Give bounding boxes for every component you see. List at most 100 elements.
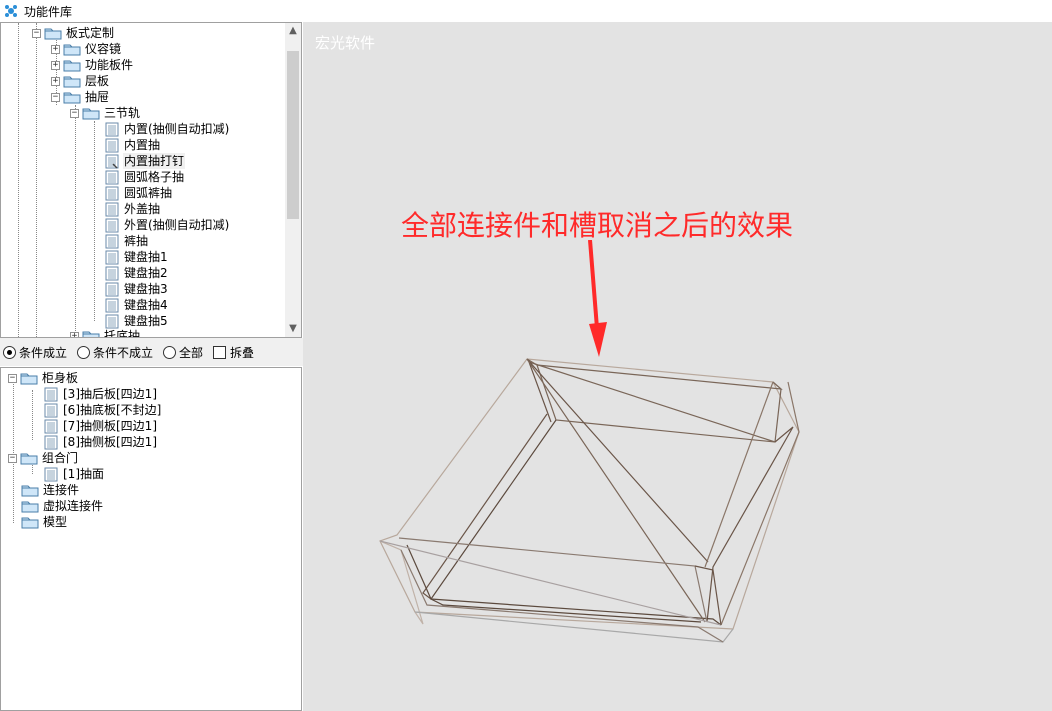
- tree-leaf-item-selected[interactable]: 内置抽打钉: [105, 153, 186, 169]
- tree-item-label: 柜身板: [42, 371, 79, 385]
- tree-item-combo-door[interactable]: − 组合门: [8, 450, 79, 466]
- radio-condition-false[interactable]: 条件不成立: [77, 344, 153, 361]
- folder-icon: [82, 108, 100, 120]
- tree-leaf-item[interactable]: [6]抽底板[不封边]: [44, 402, 162, 418]
- tree-item-label: 托底抽: [104, 329, 141, 338]
- tree-leaf-item[interactable]: 圆弧裤抽: [105, 185, 173, 201]
- folder-icon: [63, 44, 81, 56]
- tree-item-label: 功能板件: [85, 58, 134, 72]
- tree-leaf-item[interactable]: 键盘抽3: [105, 281, 169, 297]
- tree-item-label: 仪容镜: [85, 42, 122, 56]
- tree-leaf-item[interactable]: [7]抽侧板[四边1]: [44, 418, 158, 434]
- folder-icon: [20, 453, 38, 465]
- tree-item-mirror[interactable]: + 仪容镜: [51, 41, 122, 57]
- tree-item-label: 内置抽打钉: [123, 153, 186, 169]
- tree-item-cabinet-body[interactable]: − 柜身板: [8, 370, 79, 386]
- tree-item-label: 外置(抽侧自动扣减): [124, 218, 230, 232]
- tree-leaf-item[interactable]: [1]抽面: [44, 466, 105, 482]
- collapse-toggle[interactable]: −: [32, 28, 41, 38]
- document-icon: [44, 467, 58, 481]
- tree-leaf-item[interactable]: 键盘抽2: [105, 265, 169, 281]
- folder-icon: [82, 331, 100, 337]
- radio-label: 条件成立: [19, 345, 68, 360]
- tree-leaf-item[interactable]: 键盘抽1: [105, 249, 169, 265]
- tree-item-label: 圆弧格子抽: [124, 170, 185, 184]
- tree-item-connector[interactable]: 连接件: [21, 482, 80, 498]
- tree-leaf-item[interactable]: 内置抽: [105, 137, 161, 153]
- folder-icon: [20, 373, 38, 385]
- vertical-scrollbar[interactable]: ▲ ▼: [285, 23, 301, 337]
- 3d-viewport[interactable]: 宏光软件 全部连接件和槽取消之后的效果: [303, 22, 1052, 711]
- drawer-wireframe-model[interactable]: [303, 22, 1052, 711]
- condition-filter-bar: 条件成立 条件不成立 全部 拆叠: [0, 338, 303, 366]
- annotation-text: 全部连接件和槽取消之后的效果: [401, 209, 794, 242]
- window-title: 功能件库: [24, 4, 73, 19]
- folder-icon: [63, 92, 81, 104]
- brand-watermark: 宏光软件: [315, 34, 376, 52]
- fold-checkbox[interactable]: 拆叠: [213, 344, 254, 361]
- tree-item-label: 键盘抽4: [124, 298, 168, 312]
- tree-leaf-item[interactable]: 圆弧格子抽: [105, 169, 185, 185]
- tree-leaf-item[interactable]: 外盖抽: [105, 201, 161, 217]
- document-icon: [105, 266, 119, 280]
- expand-toggle[interactable]: +: [51, 60, 60, 70]
- component-tree[interactable]: − 柜身板 [3]抽后板[四边1] [6]抽底板[不封边] [7]抽侧板[四边1…: [0, 367, 302, 711]
- tree-item-label: 键盘抽2: [124, 266, 168, 280]
- tree-item-label: 抽屉: [85, 90, 110, 104]
- collapse-toggle[interactable]: −: [8, 373, 17, 383]
- collapse-toggle[interactable]: −: [8, 453, 17, 463]
- folder-icon: [63, 60, 81, 72]
- folder-icon: [63, 76, 81, 88]
- tree-item-label: 组合门: [42, 451, 79, 465]
- collapse-toggle[interactable]: −: [70, 108, 79, 118]
- tree-item-shelf[interactable]: + 层板: [51, 73, 110, 89]
- tree-item-label: 键盘抽5: [124, 314, 168, 328]
- red-arrow-icon: [588, 240, 607, 357]
- radio-condition-true[interactable]: 条件成立: [3, 344, 67, 361]
- radio-all[interactable]: 全部: [163, 344, 203, 361]
- tree-leaf-item[interactable]: 外置(抽侧自动扣减): [105, 217, 230, 233]
- tree-item-label: [3]抽后板[四边1]: [63, 387, 157, 401]
- radio-label: 条件不成立: [93, 345, 154, 360]
- document-icon: [105, 154, 119, 168]
- tree-item-label: [1]抽面: [63, 467, 104, 481]
- radio-selected-icon[interactable]: [3, 345, 16, 359]
- tree-item-label: 外盖抽: [124, 202, 161, 216]
- checkbox-icon[interactable]: [213, 345, 227, 359]
- scroll-down-icon[interactable]: ▼: [285, 321, 301, 337]
- tree-item-label: 模型: [43, 515, 68, 529]
- tree-leaf-item[interactable]: [3]抽后板[四边1]: [44, 386, 158, 402]
- tree-item-virtual-connector[interactable]: 虚拟连接件: [21, 498, 104, 514]
- radio-icon[interactable]: [163, 345, 177, 359]
- tree-leaf-item[interactable]: 键盘抽5: [105, 313, 169, 329]
- tree-item-label: 键盘抽3: [124, 282, 168, 296]
- scroll-up-icon[interactable]: ▲: [285, 23, 301, 39]
- folder-icon: [21, 485, 39, 497]
- tree-item-label: 内置(抽侧自动扣减): [124, 122, 230, 136]
- radio-icon[interactable]: [77, 345, 91, 359]
- app-icon: [5, 5, 17, 17]
- tree-item-function-board[interactable]: + 功能板件: [51, 57, 134, 73]
- document-icon: [105, 250, 119, 264]
- folder-icon: [21, 501, 39, 513]
- tree-item-board-custom[interactable]: − 板式定制: [32, 25, 115, 41]
- function-tree[interactable]: − 板式定制 + 仪容镜 + 功能板件 + 层板 − 抽屉 − 三节轨 内置(抽…: [0, 22, 302, 338]
- tree-item-label: 裤抽: [124, 234, 149, 248]
- collapse-toggle[interactable]: −: [51, 92, 60, 102]
- scroll-thumb[interactable]: [287, 51, 299, 219]
- document-icon: [105, 202, 119, 216]
- tree-item-label: [8]抽侧板[四边1]: [63, 435, 157, 449]
- tree-leaf-item[interactable]: 内置(抽侧自动扣减): [105, 121, 230, 137]
- expand-toggle[interactable]: +: [51, 76, 60, 86]
- expand-toggle[interactable]: +: [51, 44, 60, 54]
- tree-leaf-item[interactable]: [8]抽侧板[四边1]: [44, 434, 158, 450]
- tree-item-three-section-rail[interactable]: − 三节轨: [70, 105, 141, 121]
- tree-item-bottom-drawer[interactable]: + 托底抽: [70, 328, 141, 338]
- tree-item-drawer[interactable]: − 抽屉: [51, 89, 110, 105]
- document-icon: [105, 298, 119, 312]
- tree-leaf-item[interactable]: 键盘抽4: [105, 297, 169, 313]
- tree-item-model[interactable]: 模型: [21, 514, 68, 530]
- document-icon: [44, 403, 58, 417]
- tree-leaf-item[interactable]: 裤抽: [105, 233, 149, 249]
- document-icon: [105, 282, 119, 296]
